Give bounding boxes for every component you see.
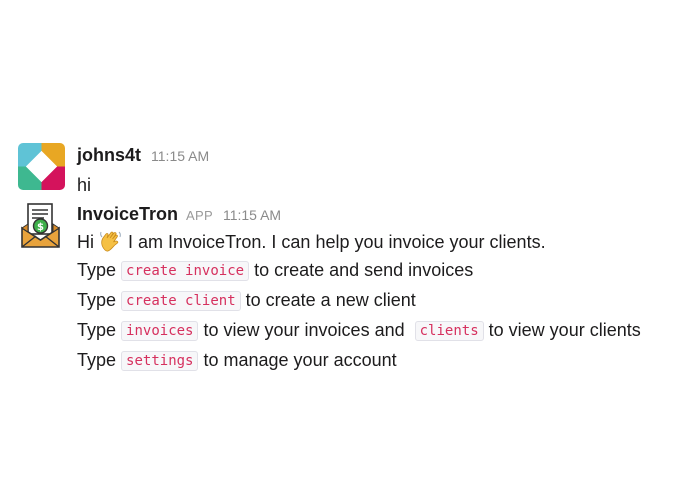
command-description: to view your invoices and [203,320,405,340]
app-badge: APP [186,208,213,223]
slack-logo-icon [18,143,65,190]
message-author[interactable]: johns4t [77,145,141,166]
invoice-envelope-icon: $ [18,202,65,249]
message-line-invoices-clients: Type invoices to view your invoices and … [77,316,641,346]
command-settings: settings [121,351,199,371]
greeting-text: I am InvoiceTron. I can help you invoice… [128,232,546,252]
command-create-invoice: create invoice [121,261,250,281]
message-line-settings: Type settings to manage your account [77,346,641,376]
command-description: to create a new client [245,290,416,310]
type-label: Type [77,260,117,280]
message-line-create-invoice: Type create invoice to create and send i… [77,256,641,286]
command-create-client: create client [121,291,241,311]
type-label: Type [77,320,117,340]
chat-view: johns4t 11:15 AM hi $ InvoiceTron APP 11… [0,0,695,494]
message-timestamp[interactable]: 11:15 AM [151,148,209,164]
command-invoices: invoices [121,321,199,341]
message-line-create-client: Type create client to create a new clien… [77,286,641,316]
command-description: to create and send invoices [254,260,474,280]
user-avatar[interactable] [18,143,65,190]
bot-avatar[interactable]: $ [18,202,65,249]
type-label: Type [77,350,117,370]
command-description: to manage your account [203,350,397,370]
greeting-hi: Hi [77,232,94,252]
message-author[interactable]: InvoiceTron [77,204,178,225]
message-timestamp[interactable]: 11:15 AM [223,207,281,223]
message-text: hi [77,175,92,195]
svg-text:$: $ [37,222,44,233]
command-description: to view your clients [488,320,641,340]
type-label: Type [77,290,117,310]
waving-hand-icon [100,231,121,252]
message-invoicetron: $ InvoiceTron APP 11:15 AM Hi I am Invoi… [18,202,641,376]
message-line-greeting: Hi I am InvoiceTron. I can help you invo… [77,228,641,256]
command-clients: clients [414,321,484,341]
message-johns4t: johns4t 11:15 AM hi [18,143,209,199]
